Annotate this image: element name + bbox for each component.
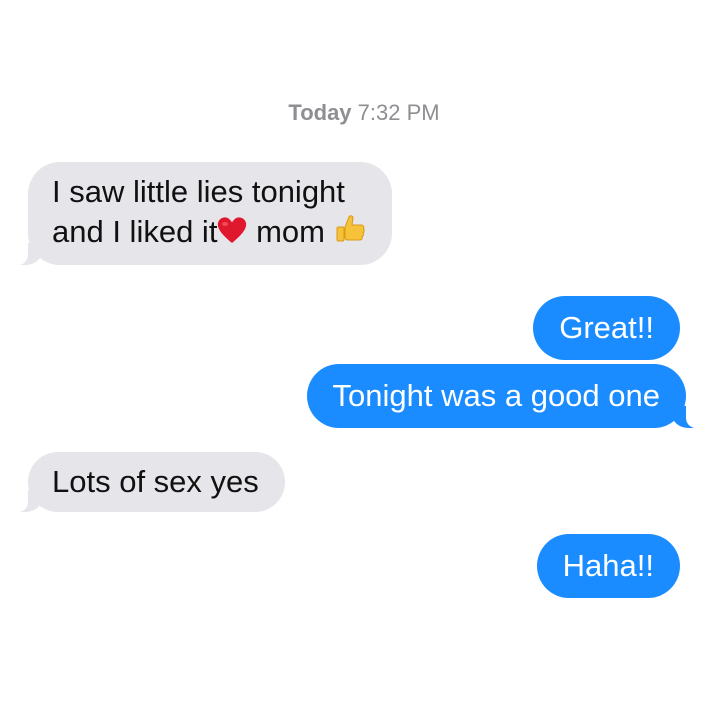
red-heart-icon: [217, 214, 247, 254]
incoming-message-bubble[interactable]: I saw little lies tonight and I liked it…: [16, 162, 392, 265]
message-text: Great!!: [559, 310, 654, 345]
thumbs-up-icon: [334, 213, 366, 255]
incoming-message-bubble[interactable]: Lots of sex yes: [16, 452, 285, 512]
message-text: mom: [256, 214, 325, 249]
outgoing-message-bubble[interactable]: Tonight was a good one: [306, 364, 699, 428]
outgoing-message-bubble[interactable]: Great!!: [533, 296, 680, 360]
timestamp-time: 7:32 PM: [357, 100, 440, 125]
message-line: I saw little lies tonight: [52, 174, 345, 209]
message-text: Lots of sex yes: [52, 464, 259, 499]
outgoing-message-bubble[interactable]: Haha!!: [536, 534, 680, 598]
message-line: and I liked it mom: [52, 212, 366, 255]
timestamp-day: Today: [288, 100, 352, 125]
message-text: Tonight was a good one: [332, 378, 660, 413]
message-text: and I liked it: [52, 214, 218, 249]
message-timestamp: Today 7:32 PM: [0, 100, 728, 126]
message-text: Haha!!: [562, 548, 654, 583]
